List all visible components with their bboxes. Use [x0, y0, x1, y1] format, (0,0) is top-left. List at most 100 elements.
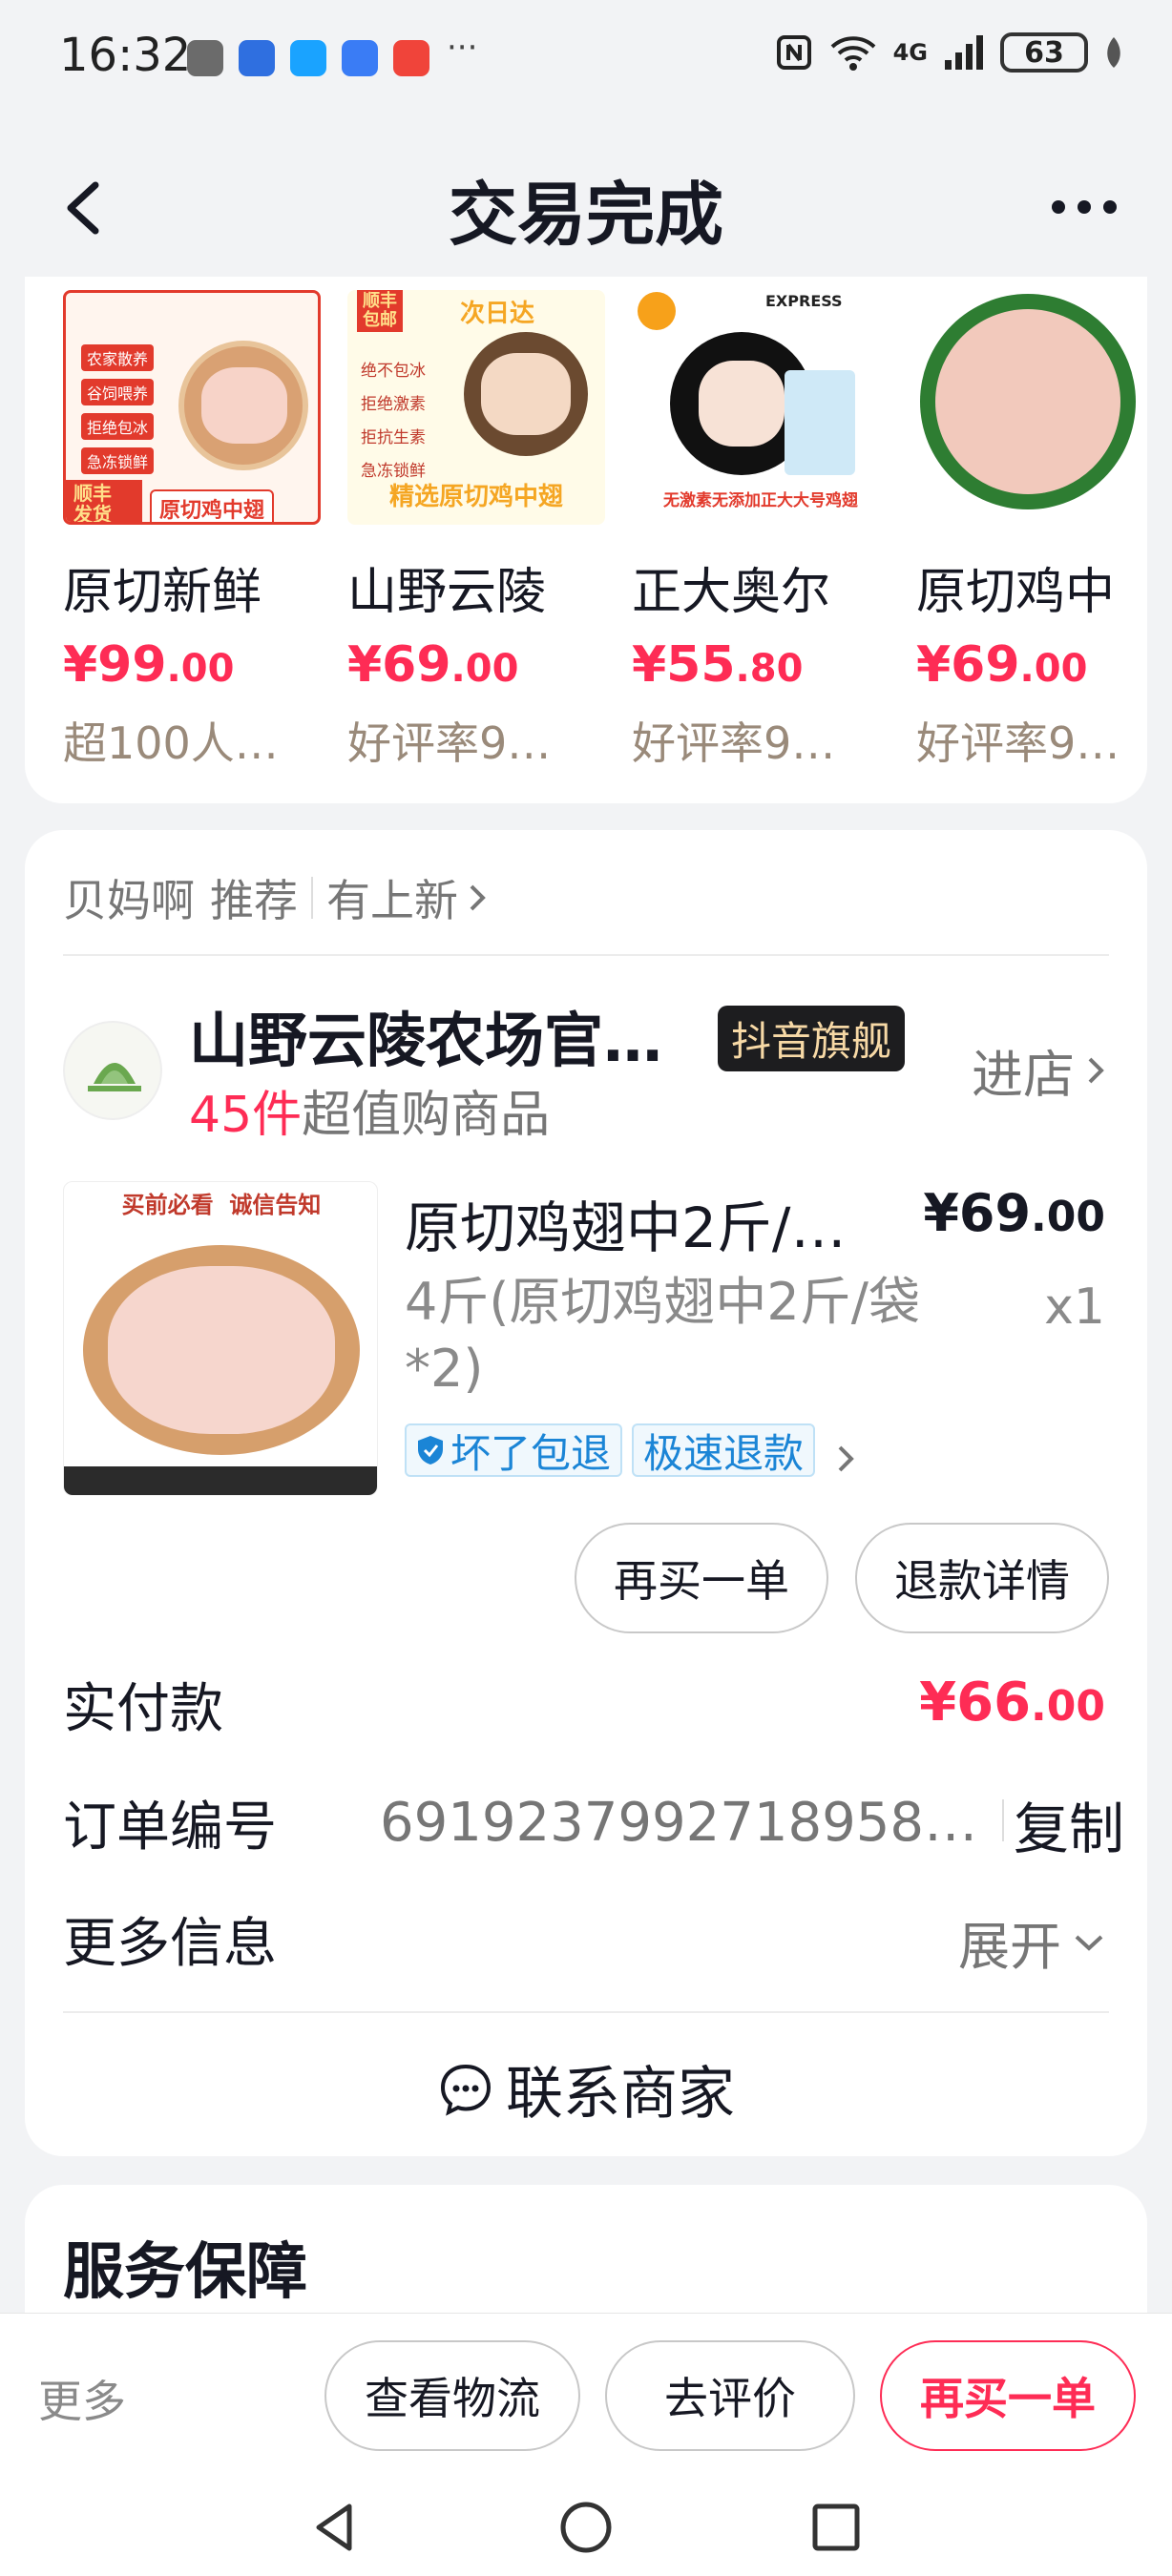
system-home-icon[interactable]: [557, 2499, 615, 2556]
chat-notification-icon: [290, 40, 326, 76]
more-link[interactable]: 更多: [38, 2367, 126, 2430]
recommendation-strip: 农家散养 谷饲喂养 拒绝包冰 急冻锁鲜 顺丰 发货 原切鸡中翅 原切新鲜 ¥99…: [25, 277, 1147, 803]
rebuy-primary-button[interactable]: 再买一单: [880, 2340, 1136, 2451]
reco-item[interactable]: 农家散养 谷饲喂养 拒绝包冰 急冻锁鲜 顺丰 发货 原切鸡中翅 原切新鲜 ¥99…: [63, 290, 321, 772]
order-number-label: 订单编号: [63, 1797, 277, 1859]
reco-price: ¥69.00: [916, 636, 1088, 694]
reco-name: 山野云陵: [347, 564, 547, 621]
service-tags[interactable]: 坏了包退 极速退款: [405, 1423, 859, 1477]
product-spec: 4斤(原切鸡翅中2斤/袋*2): [405, 1272, 920, 1399]
reco-img-bullet: 拒绝包冰: [81, 413, 155, 440]
reco-price: ¥69.00: [347, 636, 519, 694]
chevron-down-icon: [1075, 1935, 1103, 1951]
source-new-label: 有上新: [326, 875, 458, 926]
product-image-footer: [64, 1466, 377, 1495]
source-author: 贝妈啊: [63, 875, 195, 926]
navigation-bar: 交易完成: [0, 124, 1172, 286]
system-recents-icon[interactable]: [807, 2499, 865, 2556]
chicken-wing-plate: [83, 1245, 360, 1455]
product-image[interactable]: 买前必看 诚信告知: [63, 1181, 378, 1496]
order-number: 6919237992718958…: [380, 1792, 978, 1854]
divider: [63, 2011, 1109, 2013]
reco-img-caption: 原切鸡中翅: [150, 489, 275, 522]
reco-img-caption: 无激素无添加正大大号鸡翅: [663, 491, 858, 510]
enter-shop-label: 进店: [972, 1045, 1075, 1105]
reco-subtitle: 好评率9…: [632, 717, 836, 769]
reco-price: ¥55.80: [632, 636, 804, 694]
service-tag: 坏了包退: [405, 1423, 623, 1477]
reco-price: ¥99.00: [63, 636, 235, 694]
service-tag: 极速退款: [632, 1423, 816, 1477]
expand-button[interactable]: 展开: [958, 1904, 1105, 1980]
reco-product-image: 顺丰 包邮 次日达 绝不包冰 拒绝激素 拒抗生素 急冻锁鲜 精选原切鸡中翅: [347, 290, 605, 525]
reco-img-head: 次日达: [460, 300, 535, 328]
reco-img-express: EXPRESS: [765, 292, 843, 310]
reco-img-bullet: 谷饲喂养: [81, 379, 155, 405]
shield-check-icon: [418, 1436, 443, 1465]
reco-product-image: [916, 290, 1136, 525]
product-title[interactable]: 原切鸡翅中2斤/…: [405, 1183, 882, 1263]
nfc-icon: [776, 35, 811, 70]
chicken-wing-plate: [178, 341, 308, 470]
reco-subtitle: 好评率9…: [347, 717, 552, 769]
reco-item[interactable]: 原切鸡中 ¥69.00 好评率9…: [916, 290, 1136, 772]
reco-name: 原切鸡中: [916, 564, 1116, 621]
system-navigation-bar: [0, 2482, 1172, 2576]
review-button[interactable]: 去评价: [605, 2340, 855, 2451]
app-notification-icon: [187, 40, 223, 76]
contact-seller-button[interactable]: 联系商家: [25, 2047, 1147, 2130]
bottom-action-bar: 更多 查看物流 去评价 再买一单: [0, 2313, 1172, 2576]
paid-amount: ¥66.00: [919, 1672, 1105, 1734]
contact-seller-label: 联系商家: [506, 2061, 735, 2128]
shop-subtitle: 45件超值购商品: [189, 1087, 551, 1144]
paid-label: 实付款: [63, 1678, 223, 1740]
battery-indicator: 63: [1000, 32, 1088, 73]
more-info-label: 更多信息: [63, 1913, 277, 1975]
reco-item[interactable]: EXPRESS 无激素无添加正大大号鸡翅 正大奥尔 ¥55.80 好评率9…: [632, 290, 889, 772]
view-logistics-button[interactable]: 查看物流: [324, 2340, 580, 2451]
product-package: [785, 370, 855, 475]
status-bar: 16:32 ··· 4G 63: [0, 0, 1172, 114]
wifi-icon: [830, 36, 875, 71]
chicken-wing-plate: [920, 294, 1136, 509]
reco-img-bullet: 急冻锁鲜: [81, 447, 155, 474]
divider: [1002, 1799, 1004, 1841]
reco-img-badge: 顺丰 发货: [66, 480, 142, 522]
shop-logo-icon: [88, 1063, 141, 1091]
more-notifications-icon: ···: [447, 29, 478, 67]
chat-bubble-icon: [440, 2064, 492, 2116]
shop-logo[interactable]: [63, 1021, 162, 1120]
copy-button[interactable]: 复制: [1014, 1784, 1124, 1864]
shop-badge: 抖音旗舰: [718, 1006, 906, 1071]
reco-subtitle: 超100人…: [63, 717, 279, 769]
reco-img-caption: 精选原切鸡中翅: [388, 483, 563, 511]
order-card: 贝妈啊 推荐 有上新 山野云陵农场官… 抖音旗舰 45件超值购商品 进店 买前必…: [25, 830, 1147, 2156]
refund-details-button[interactable]: 退款详情: [855, 1523, 1109, 1633]
product-price: ¥69.00: [923, 1183, 1105, 1243]
brand-logo-icon: [638, 292, 676, 330]
divider: [311, 877, 313, 919]
leaf-icon: [1107, 37, 1120, 68]
system-back-icon[interactable]: [307, 2499, 365, 2556]
chevron-right-icon: [1088, 1057, 1104, 1083]
signal-icon: [945, 35, 983, 70]
reco-name: 原切新鲜: [63, 564, 262, 621]
reco-item[interactable]: 顺丰 包邮 次日达 绝不包冰 拒绝激素 拒抗生素 急冻锁鲜 精选原切鸡中翅 山野…: [347, 290, 605, 772]
app-notification-icon: [342, 40, 378, 76]
reco-img-list: 绝不包冰 拒绝激素 拒抗生素 急冻锁鲜: [361, 362, 426, 481]
source-row[interactable]: 贝妈啊 推荐 有上新: [63, 866, 491, 929]
store-notification-icon: [393, 40, 429, 76]
reco-name: 正大奥尔: [632, 564, 831, 621]
reco-img-bullet: 农家散养: [81, 344, 155, 371]
product-quantity: x1: [1044, 1278, 1105, 1336]
app-notification-icon: [239, 40, 275, 76]
service-title: 服务保障: [63, 2237, 307, 2308]
rebuy-button[interactable]: 再买一单: [575, 1523, 828, 1633]
network-type: 4G: [892, 39, 928, 66]
status-indicators: 4G 63: [775, 32, 1124, 73]
more-options-icon[interactable]: [1052, 200, 1117, 214]
shop-name[interactable]: 山野云陵农场官…: [189, 992, 662, 1078]
chevron-right-icon: [470, 884, 486, 911]
chevron-right-icon: [838, 1445, 854, 1472]
enter-shop-button[interactable]: 进店: [972, 1032, 1109, 1108]
